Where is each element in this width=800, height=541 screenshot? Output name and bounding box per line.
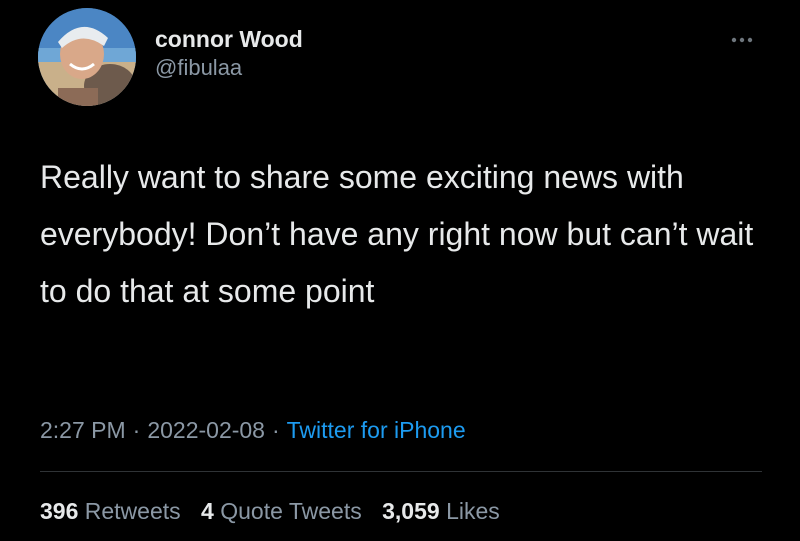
tweet-text: Really want to share some exciting news … (40, 159, 754, 309)
tweet-metadata: 2:27 PM · 2022-02-08 · Twitter for iPhone (40, 415, 466, 445)
author-display-name[interactable]: connor Wood (155, 24, 303, 54)
tweet-time[interactable]: 2:27 PM (40, 417, 126, 443)
quote-tweets-count: 4 (201, 498, 214, 524)
retweets-stat[interactable]: 396 Retweets (40, 498, 181, 524)
retweets-count: 396 (40, 498, 79, 524)
divider (40, 471, 762, 472)
author-info: connor Wood @fibulaa (155, 24, 303, 82)
likes-label: Likes (446, 498, 500, 524)
retweets-label: Retweets (84, 498, 181, 524)
tweet-card: connor Wood @fibulaa Really want to shar… (0, 0, 800, 541)
meta-separator: · (271, 417, 280, 443)
quote-tweets-label: Quote Tweets (220, 498, 362, 524)
tweet-source-link[interactable]: Twitter for iPhone (287, 417, 466, 443)
quote-tweets-stat[interactable]: 4 Quote Tweets (201, 498, 362, 524)
meta-separator: · (132, 417, 141, 443)
avatar[interactable] (38, 8, 136, 106)
likes-count: 3,059 (382, 498, 440, 524)
avatar-photo (38, 8, 136, 106)
likes-stat[interactable]: 3,059 Likes (382, 498, 500, 524)
author-handle[interactable]: @fibulaa (155, 54, 303, 82)
more-options-button[interactable] (724, 32, 764, 48)
engagement-stats: 396 Retweets 4 Quote Tweets 3,059 Likes (40, 496, 514, 526)
more-dots-icon (731, 37, 753, 43)
tweet-date[interactable]: 2022-02-08 (147, 417, 265, 443)
